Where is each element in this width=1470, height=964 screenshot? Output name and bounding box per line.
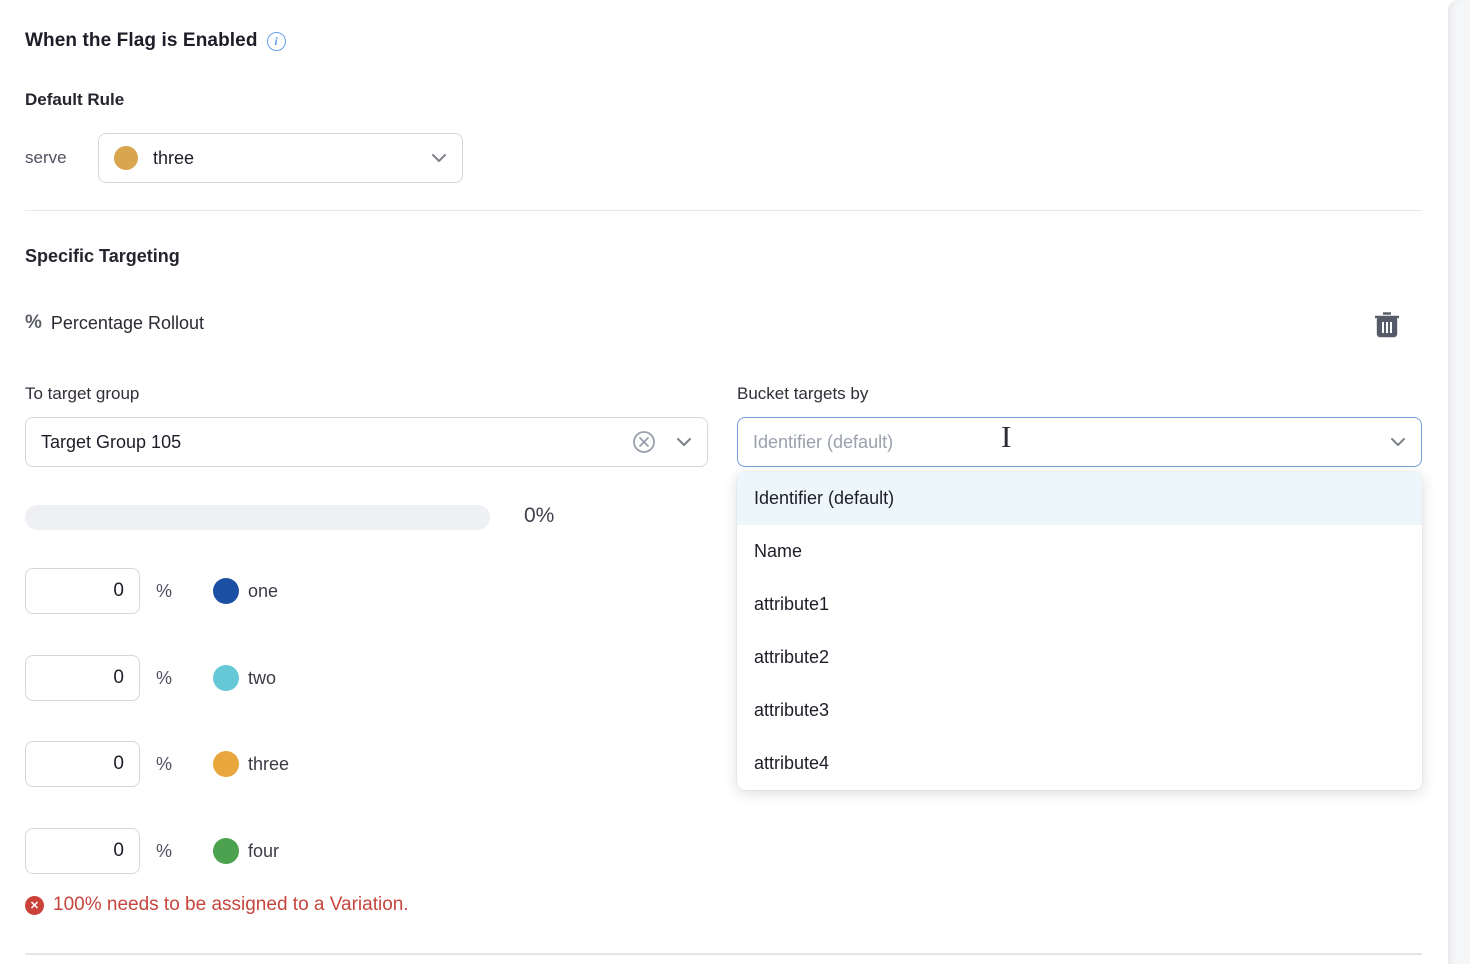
dropdown-option-attribute4[interactable]: attribute4 (737, 737, 1422, 790)
variation-row: % four (25, 828, 279, 874)
percent-sign: % (156, 668, 178, 689)
variation-weight-input[interactable] (25, 655, 140, 701)
delete-rollout-button[interactable] (1372, 310, 1402, 342)
percent-sign: % (156, 754, 178, 775)
variation-weight-input[interactable] (25, 741, 140, 787)
bucket-targets-by-input[interactable] (753, 432, 1390, 453)
variation-weight-input[interactable] (25, 828, 140, 874)
validation-error-message: 100% needs to be assigned to a Variation… (53, 894, 409, 916)
dropdown-option-attribute3[interactable]: attribute3 (737, 684, 1422, 737)
serve-label: serve (25, 148, 98, 168)
variation-color-dot (213, 838, 239, 864)
chevron-down-icon (431, 153, 447, 163)
circle-x-icon[interactable] (632, 430, 656, 454)
serve-variation-select[interactable]: three (98, 133, 463, 183)
percent-icon: % (25, 312, 42, 334)
chevron-down-icon (1390, 437, 1406, 447)
page-background-gutter (1448, 0, 1470, 964)
target-group-label: To target group (25, 384, 139, 404)
variation-name: three (248, 754, 289, 775)
specific-targeting-heading: Specific Targeting (25, 246, 180, 267)
percentage-rollout-label: Percentage Rollout (51, 313, 204, 334)
variation-row: % two (25, 655, 276, 701)
rollout-progress-value: 0% (524, 504, 554, 528)
variation-name: four (248, 841, 279, 862)
section-divider (25, 953, 1422, 955)
variation-row: % one (25, 568, 278, 614)
error-x-icon: ✕ (25, 896, 44, 915)
dropdown-option-identifier-default[interactable]: Identifier (default) (737, 472, 1422, 525)
variation-color-dot (114, 146, 138, 170)
flag-targeting-panel: When the Flag is Enabled i Default Rule … (0, 0, 1470, 964)
chevron-down-icon (676, 437, 692, 447)
page-title-text: When the Flag is Enabled (25, 30, 258, 52)
dropdown-option-attribute2[interactable]: attribute2 (737, 631, 1422, 684)
variation-name: one (248, 581, 278, 602)
page-title: When the Flag is Enabled i (25, 30, 286, 52)
rollout-progress-bar (25, 505, 490, 530)
bucket-targets-by-label: Bucket targets by (737, 384, 868, 404)
variation-name: two (248, 668, 276, 689)
variation-weight-input[interactable] (25, 568, 140, 614)
default-rule-heading: Default Rule (25, 90, 124, 110)
bucket-targets-by-select[interactable] (737, 417, 1422, 467)
dropdown-option-name[interactable]: Name (737, 525, 1422, 578)
validation-error: ✕ 100% needs to be assigned to a Variati… (25, 894, 409, 916)
default-rule-serve-row: serve three (25, 133, 463, 183)
percent-sign: % (156, 841, 178, 862)
variation-color-dot (213, 751, 239, 777)
serve-variation-value: three (153, 148, 194, 169)
info-icon[interactable]: i (267, 32, 286, 51)
variation-row: % three (25, 741, 289, 787)
section-divider (25, 210, 1422, 211)
variation-color-dot (213, 665, 239, 691)
percentage-rollout-header: % Percentage Rollout (25, 312, 204, 334)
target-group-select[interactable]: Target Group 105 (25, 417, 708, 467)
trash-icon (1373, 328, 1401, 343)
bucket-targets-dropdown-menu: Identifier (default) Name attribute1 att… (737, 472, 1422, 790)
dropdown-option-attribute1[interactable]: attribute1 (737, 578, 1422, 631)
variation-color-dot (213, 578, 239, 604)
percent-sign: % (156, 581, 178, 602)
target-group-value: Target Group 105 (41, 432, 181, 453)
